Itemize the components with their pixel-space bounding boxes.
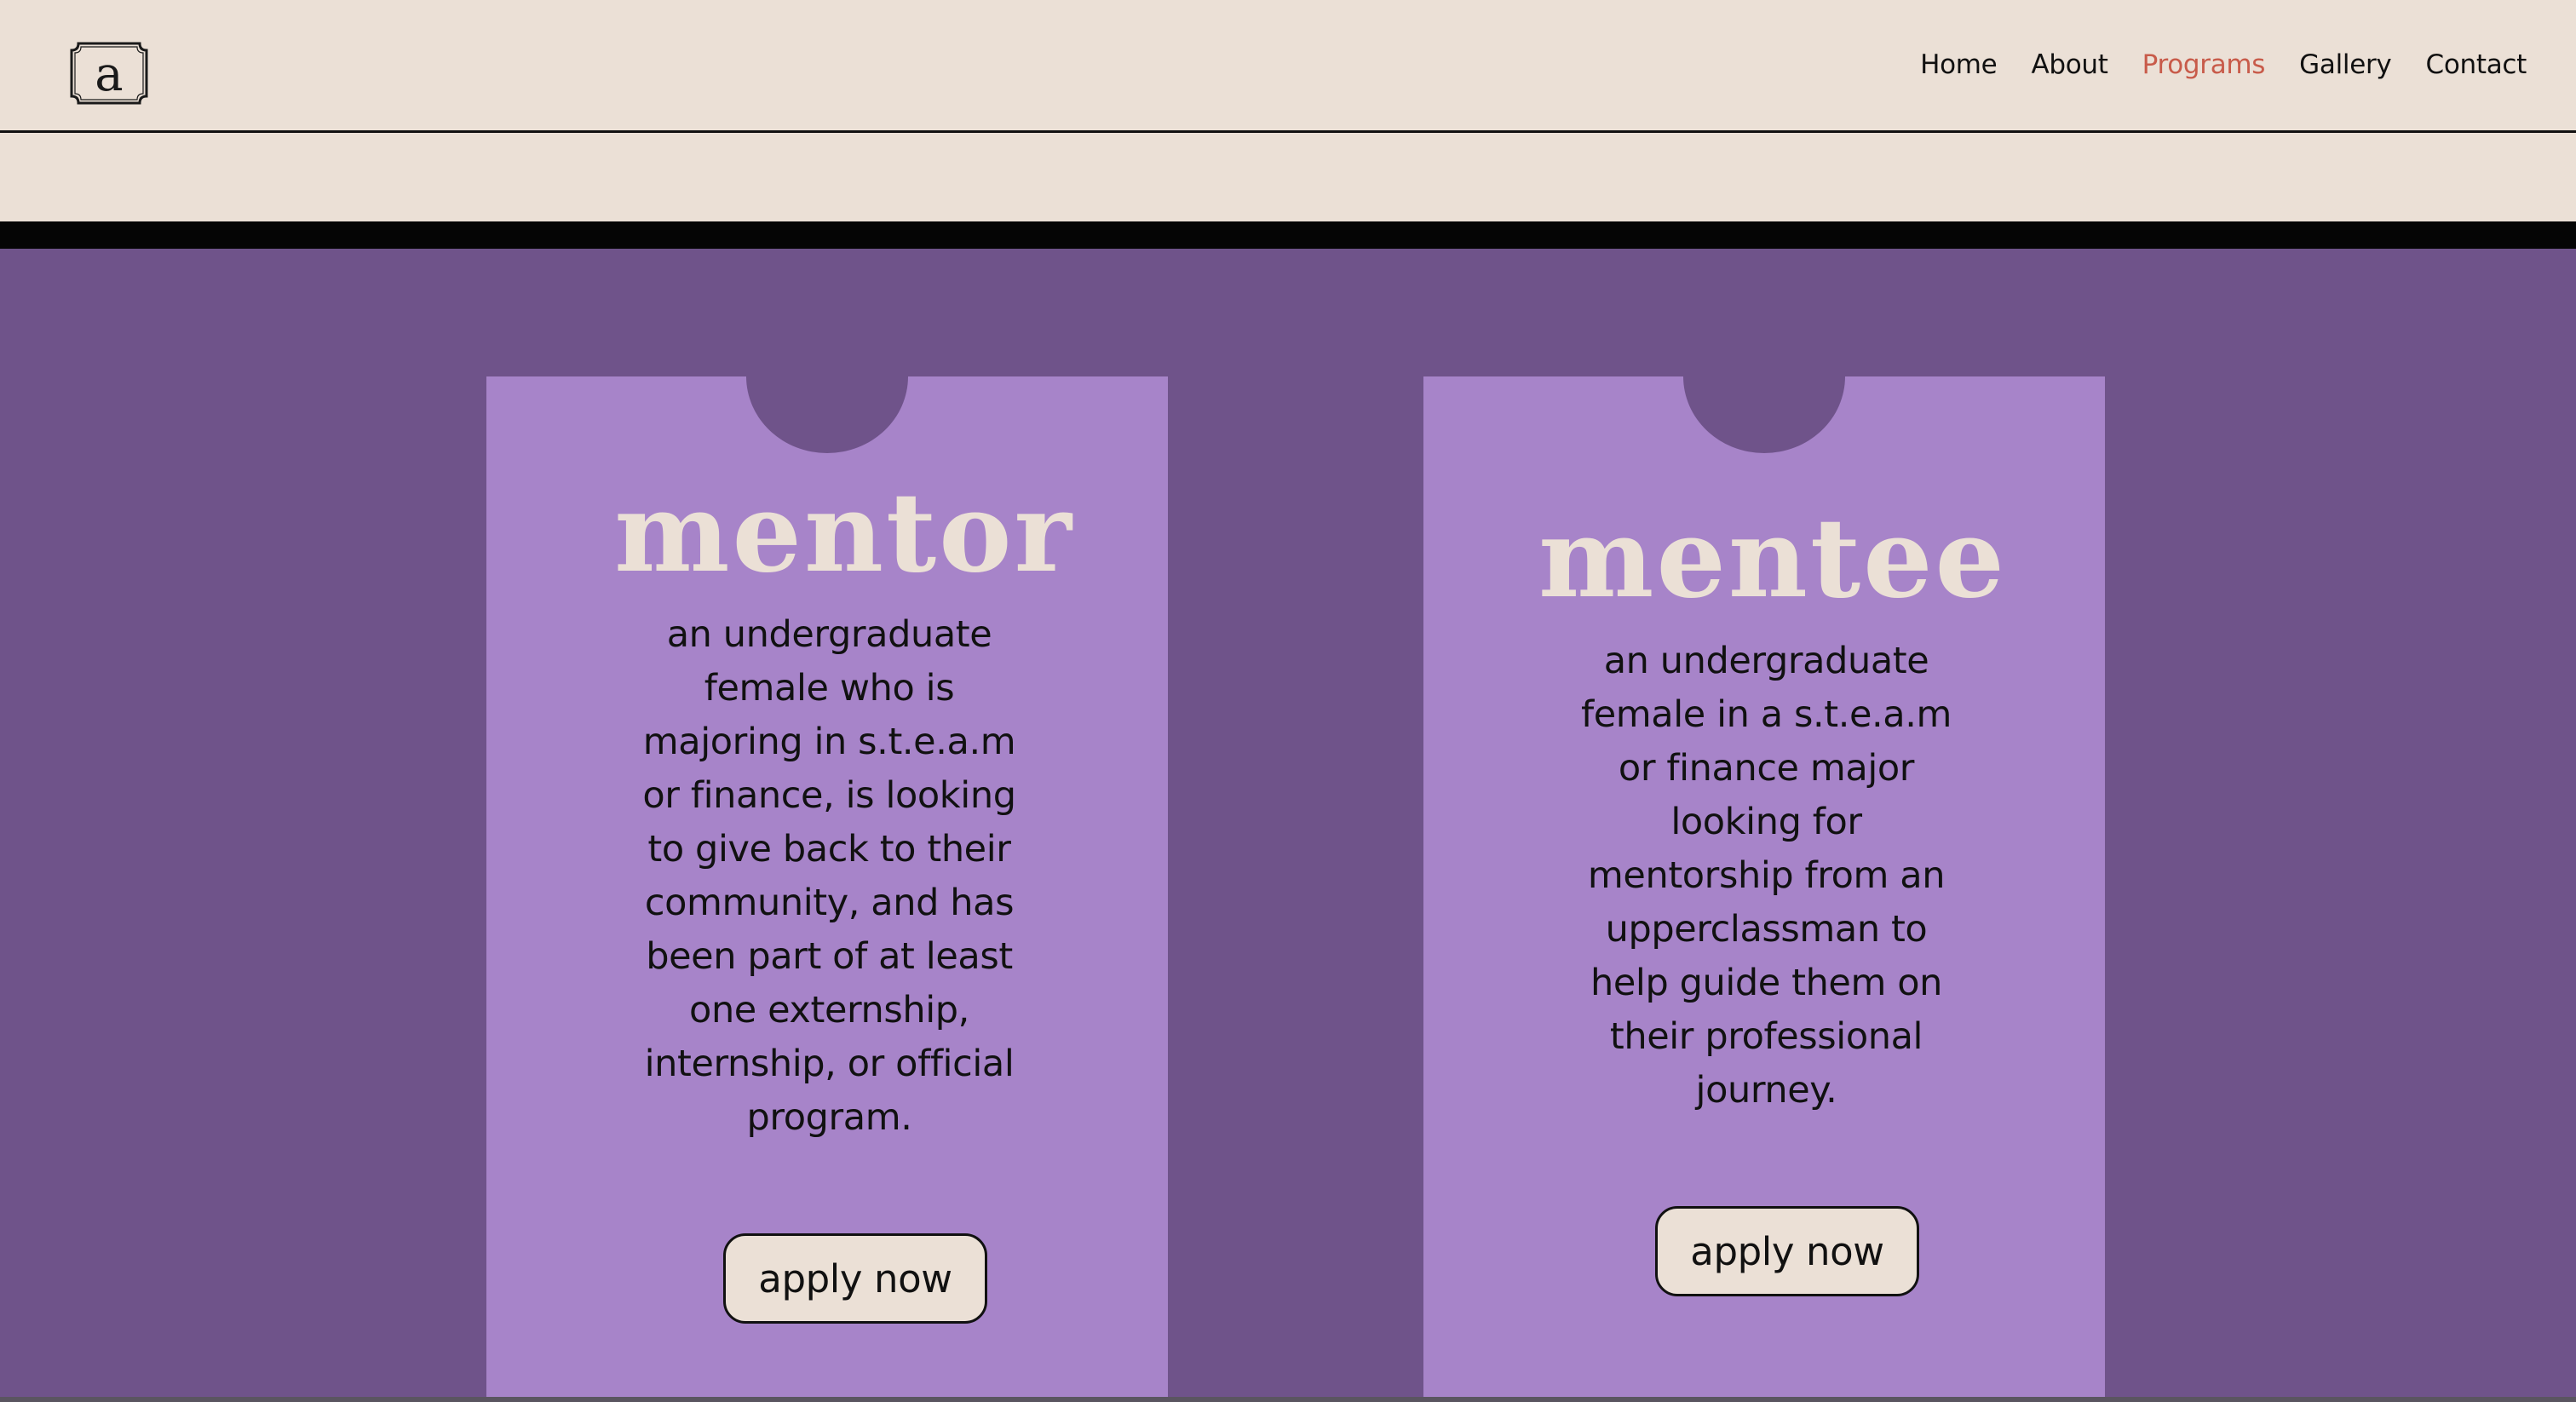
header-spacer-band: [0, 133, 2576, 221]
section-bottom-edge: [0, 1397, 2576, 1402]
mentee-title: mentee: [1538, 495, 2007, 623]
a-monogram-logo-icon: a: [70, 42, 148, 105]
mentor-card: mentor an undergraduate female who is ma…: [486, 376, 1168, 1397]
mentor-apply-button[interactable]: apply now: [723, 1233, 987, 1324]
logo-letter: a: [95, 47, 123, 102]
nav-about[interactable]: About: [2031, 49, 2107, 80]
nav-programs[interactable]: Programs: [2142, 49, 2266, 80]
nav-home[interactable]: Home: [1920, 49, 1998, 80]
section-divider: [0, 221, 2576, 249]
mentee-apply-button[interactable]: apply now: [1655, 1206, 1919, 1296]
logo[interactable]: a: [66, 38, 152, 108]
main-nav: Home About Programs Gallery Contact: [1920, 49, 2527, 80]
nav-contact[interactable]: Contact: [2425, 49, 2527, 80]
nav-gallery[interactable]: Gallery: [2299, 49, 2392, 80]
mentor-title: mentor: [614, 469, 1074, 597]
programs-section: [0, 249, 2576, 1399]
mentee-card: mentee an undergraduate female in a s.t.…: [1423, 376, 2105, 1397]
mentor-description: an undergraduate female who is majoring …: [642, 613, 1016, 1139]
mentee-description: an undergraduate female in a s.t.e.a.m o…: [1580, 640, 1952, 1112]
site-header: a Home About Programs Gallery Contact: [0, 0, 2576, 133]
card-notch: [1683, 376, 1845, 453]
card-notch: [746, 376, 908, 453]
